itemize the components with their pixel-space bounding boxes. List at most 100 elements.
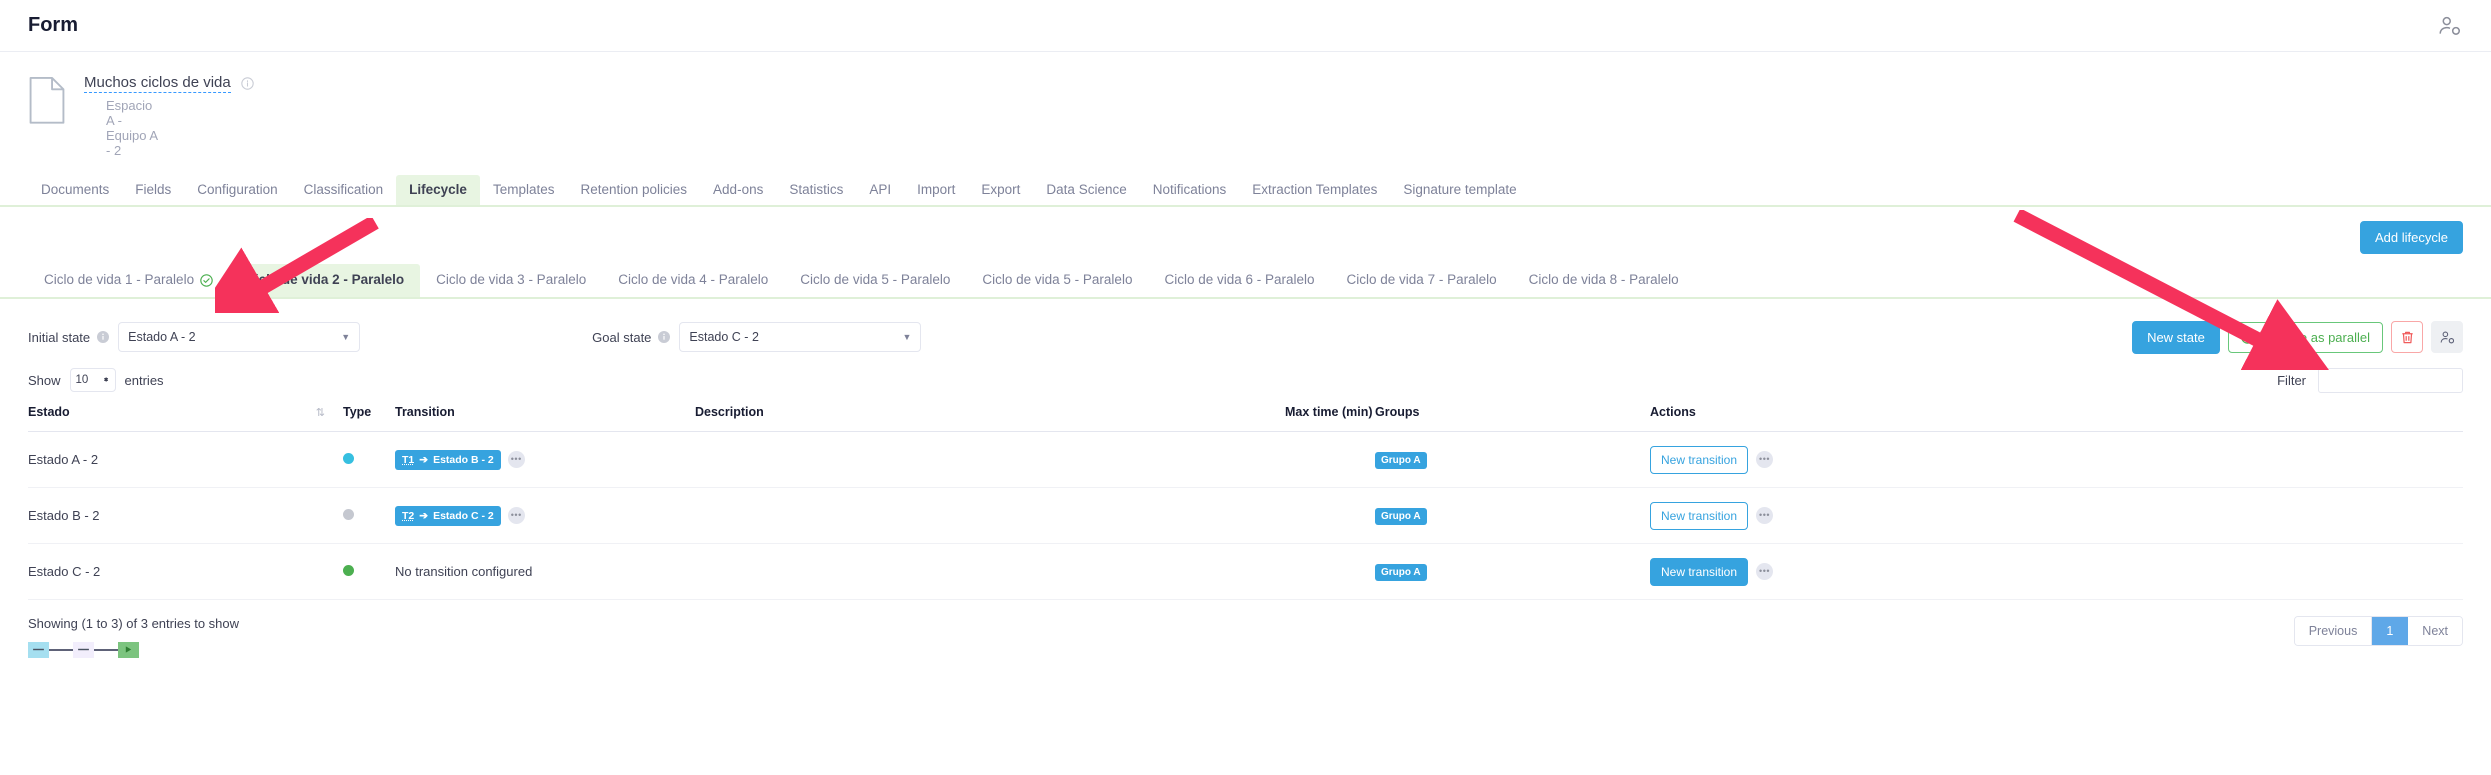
column-header-max-time: Max time (min): [1285, 405, 1375, 432]
goal-state-value: Estado C - 2: [689, 330, 758, 344]
filter-label: Filter: [2277, 373, 2306, 388]
top-bar-actions: [2437, 13, 2463, 39]
chevron-down-icon: ▼: [341, 332, 350, 342]
arrow-right-icon: ➔: [419, 510, 428, 522]
activate-as-parallel-button[interactable]: Activate as parallel: [2228, 322, 2383, 353]
initial-state-select[interactable]: Estado A - 2 ▼: [118, 322, 360, 352]
lifecycle-tab-1[interactable]: Ciclo de vida 1 - Paralelo: [28, 264, 229, 297]
nav-tab-import[interactable]: Import: [904, 175, 968, 206]
lifecycle-tab-label: Ciclo de vida 3 - Paralelo: [436, 273, 586, 287]
table-header-row: Estado ⇅ Type Transition Description Max…: [28, 405, 2463, 432]
nav-tab-notifications[interactable]: Notifications: [1140, 175, 1240, 206]
nav-tab-signature-template[interactable]: Signature template: [1390, 175, 1529, 206]
lifecycle-tab-9[interactable]: Ciclo de vida 8 - Paralelo: [1513, 264, 1695, 297]
transition-more-options-icon[interactable]: •••: [508, 451, 525, 468]
new-transition-button[interactable]: New transition: [1650, 558, 1748, 586]
document-header: Muchos ciclos de vida Espacio A - Equipo…: [0, 52, 2491, 159]
cell-actions: New transition •••: [1650, 431, 2463, 487]
initial-state-info-icon[interactable]: [90, 331, 118, 343]
transition-code: T1: [402, 454, 414, 466]
table-controls: Show 10 ▲▼ entries Filter: [0, 354, 2491, 393]
nav-tab-documents[interactable]: Documents: [28, 175, 122, 206]
nav-tab-api[interactable]: API: [856, 175, 904, 206]
nav-tab-export[interactable]: Export: [968, 175, 1033, 206]
sort-icon[interactable]: ⇅: [316, 406, 325, 419]
lifecycle-tab-3[interactable]: Ciclo de vida 3 - Paralelo: [420, 264, 602, 297]
lifecycle-permissions-button[interactable]: [2431, 321, 2463, 353]
goal-state-group: Goal state Estado C - 2 ▼: [592, 322, 921, 352]
column-header-groups: Groups: [1375, 405, 1650, 432]
nav-tab-data-science[interactable]: Data Science: [1033, 175, 1139, 206]
cell-type: [343, 487, 395, 543]
goal-state-info-icon[interactable]: [651, 331, 679, 343]
nav-tab-retention-policies[interactable]: Retention policies: [567, 175, 700, 206]
mini-workflow-diagram: [28, 642, 239, 658]
column-header-transition: Transition: [395, 405, 695, 432]
lifecycle-tab-5[interactable]: Ciclo de vida 5 - Paralelo: [784, 264, 966, 297]
nav-tab-lifecycle[interactable]: Lifecycle: [396, 175, 480, 206]
lifecycle-tab-7[interactable]: Ciclo de vida 6 - Paralelo: [1148, 264, 1330, 297]
transition-badge[interactable]: T2➔Estado C - 2: [395, 506, 501, 526]
nav-tab-add-ons[interactable]: Add-ons: [700, 175, 776, 206]
flow-node-2[interactable]: [73, 642, 94, 658]
document-name[interactable]: Muchos ciclos de vida: [84, 74, 231, 93]
state-selector-row: Initial state Estado A - 2 ▼ Goal state …: [0, 299, 2491, 354]
group-badge: Grupo A: [1375, 508, 1427, 525]
row-more-options-icon[interactable]: •••: [1756, 563, 1773, 580]
table-row: Estado B - 2T2➔Estado C - 2•••Grupo ANew…: [28, 487, 2463, 543]
check-circle-icon: [200, 274, 213, 287]
lifecycle-tab-6[interactable]: Ciclo de vida 5 - Paralelo: [966, 264, 1148, 297]
group-badge: Grupo A: [1375, 452, 1427, 469]
nav-tab-classification[interactable]: Classification: [291, 175, 397, 206]
delete-lifecycle-button[interactable]: [2391, 321, 2423, 353]
transition-more-options-icon[interactable]: •••: [508, 507, 525, 524]
new-transition-button[interactable]: New transition: [1650, 502, 1748, 530]
add-lifecycle-button[interactable]: Add lifecycle: [2360, 221, 2463, 254]
activate-as-parallel-label: Activate as parallel: [2261, 331, 2370, 344]
lifecycle-tab-8[interactable]: Ciclo de vida 7 - Paralelo: [1331, 264, 1513, 297]
entries-per-page-select[interactable]: 10 ▲▼: [70, 368, 116, 392]
initial-state-label: Initial state: [28, 330, 90, 345]
nav-tab-statistics[interactable]: Statistics: [776, 175, 856, 206]
nav-tab-configuration[interactable]: Configuration: [184, 175, 290, 206]
row-more-options-icon[interactable]: •••: [1756, 507, 1773, 524]
nav-tab-fields[interactable]: Fields: [122, 175, 184, 206]
lifecycle-tab-4[interactable]: Ciclo de vida 4 - Paralelo: [602, 264, 784, 297]
actions-wrapper: New transition •••: [1650, 558, 2463, 586]
new-transition-button[interactable]: New transition: [1650, 446, 1748, 474]
nav-tab-templates[interactable]: Templates: [480, 175, 568, 206]
flow-node-1[interactable]: [28, 642, 49, 658]
new-state-button[interactable]: New state: [2132, 321, 2220, 354]
cell-type: [343, 431, 395, 487]
group-badge: Grupo A: [1375, 564, 1427, 581]
lifecycle-tabs: Ciclo de vida 1 - ParaleloCiclo de vida …: [0, 264, 2491, 299]
document-subtitle: Espacio A - Equipo A - 2: [106, 99, 254, 159]
transition-target: Estado C - 2: [433, 510, 494, 522]
pagination-previous[interactable]: Previous: [2295, 617, 2373, 646]
entries-label: entries: [125, 373, 164, 388]
pagination-next[interactable]: Next: [2408, 617, 2462, 646]
cell-transition: T1➔Estado B - 2 •••: [395, 431, 695, 487]
pagination-page-1[interactable]: 1: [2372, 617, 2408, 646]
row-more-options-icon[interactable]: •••: [1756, 451, 1773, 468]
table-header: Estado ⇅ Type Transition Description Max…: [28, 405, 2463, 432]
user-gear-icon: [2439, 329, 2456, 346]
column-header-estado[interactable]: Estado ⇅: [28, 405, 343, 432]
cell-max-time: [1285, 487, 1375, 543]
flow-connector: [49, 649, 73, 651]
goal-state-select[interactable]: Estado C - 2 ▼: [679, 322, 921, 352]
transition-target: Estado B - 2: [433, 454, 494, 466]
filter-input[interactable]: [2318, 368, 2463, 393]
transition-badge[interactable]: T1➔Estado B - 2: [395, 450, 501, 470]
user-gear-icon[interactable]: [2437, 13, 2463, 39]
cell-estado: Estado C - 2: [28, 543, 343, 599]
lifecycle-tab-2[interactable]: Ciclo de vida 2 - Paralelo: [229, 264, 420, 297]
main-nav-tabs: DocumentsFieldsConfigurationClassificati…: [0, 175, 2491, 208]
flow-node-3[interactable]: [118, 642, 139, 658]
info-icon[interactable]: [231, 77, 254, 90]
nav-tab-extraction-templates[interactable]: Extraction Templates: [1239, 175, 1390, 206]
cell-max-time: [1285, 543, 1375, 599]
table-row: Estado A - 2T1➔Estado B - 2•••Grupo ANew…: [28, 431, 2463, 487]
lifecycle-tab-label: Ciclo de vida 7 - Paralelo: [1347, 273, 1497, 287]
filter-group: Filter: [2277, 368, 2463, 393]
